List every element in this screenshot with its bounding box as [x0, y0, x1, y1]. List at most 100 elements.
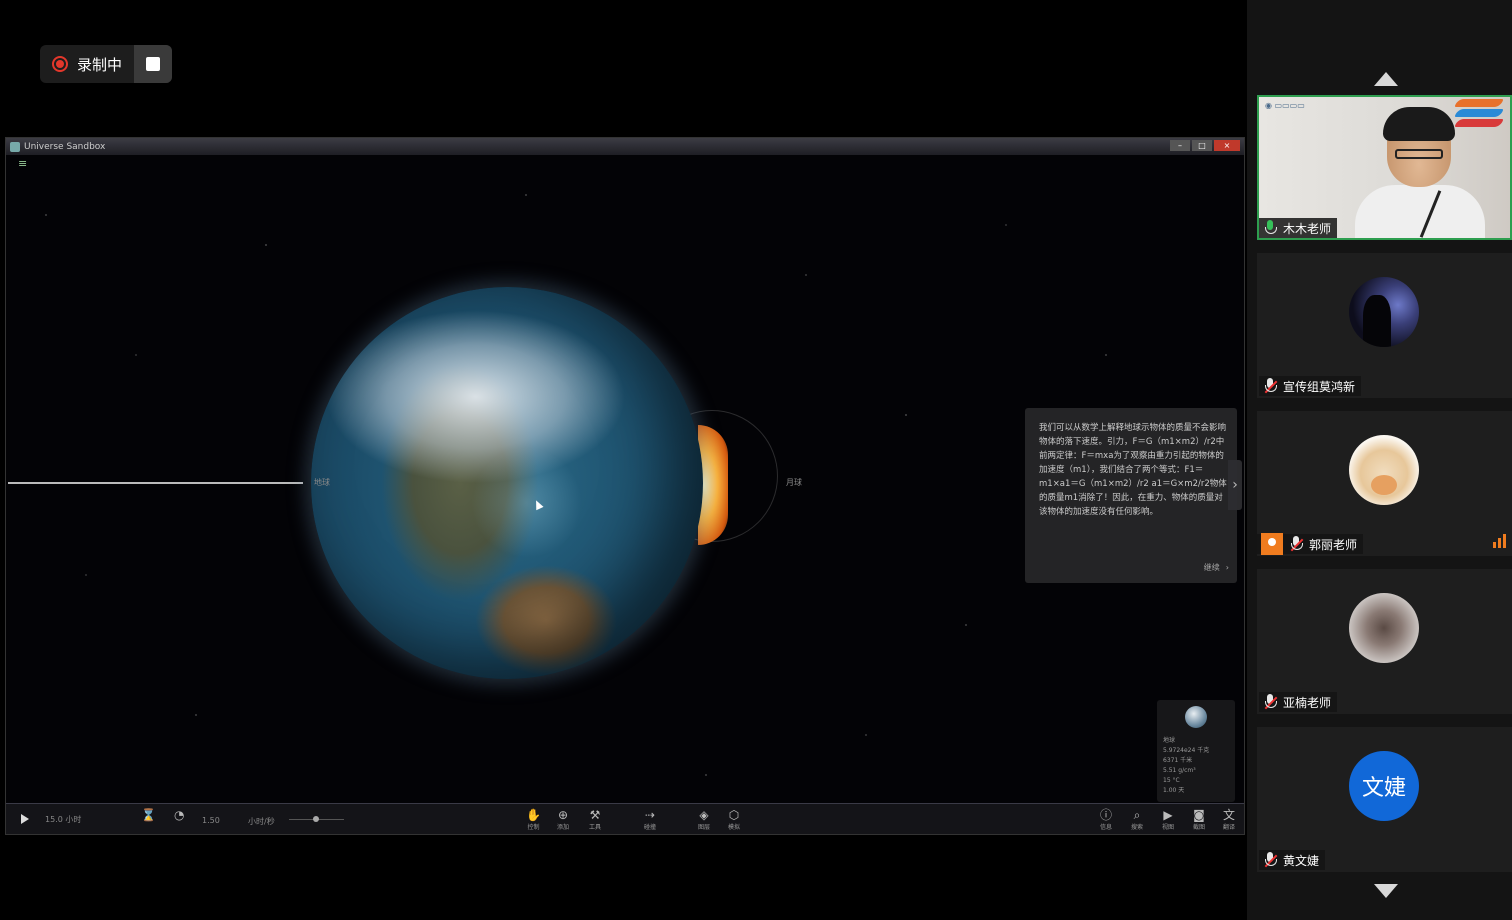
person-glasses [1395, 149, 1443, 159]
participant-name-tag: 郭丽老师 [1257, 533, 1364, 555]
simulation-viewport[interactable]: ≡ 地球 月球 我们可以从数学上解释地球示物体的质量不会影响物体的落下速度。引力… [6, 155, 1244, 803]
time-tool-button[interactable]: ◔ [174, 809, 184, 822]
shared-screen: Universe Sandbox – □ × ≡ 地球 月球 我们可以从数学上解… [5, 137, 1245, 835]
toolbar-label: 添加 [557, 824, 570, 831]
text-avatar: 文婕 [1349, 751, 1419, 821]
participant-tile[interactable]: 亚楠老师 [1257, 569, 1512, 714]
photo-avatar [1349, 593, 1419, 663]
toolbar-view-button[interactable]: ▶ 视图 [1162, 808, 1175, 832]
tip-continue-button[interactable]: 继续 › [1204, 561, 1229, 575]
toolbar-sim-button[interactable]: ⬡ 模拟 [728, 808, 740, 832]
plus-circle-icon: ⊕ [557, 808, 569, 822]
participant-name-tag: 木木老师 [1259, 218, 1338, 238]
hourglass-icon: ⌛ [141, 808, 156, 822]
collide-icon: ⇢ [644, 808, 656, 822]
participant-name: 宣传组莫鸿新 [1283, 379, 1356, 394]
participant-name-tag: 宣传组莫鸿新 [1259, 376, 1362, 396]
participant-name: 郭丽老师 [1309, 537, 1358, 552]
participant-name-tag: 亚楠老师 [1259, 692, 1338, 712]
toolbar-label: 搜索 [1131, 824, 1144, 831]
participant-panel: ◉ ▭▭▭▭ 木木老师 宣传组莫鸿新 郭丽老师 亚楠老师 文婕 黄文婕 [1247, 0, 1512, 920]
toolbar-translate-button[interactable]: 文翻译 [1223, 808, 1236, 832]
translate-icon: 文 [1223, 808, 1236, 822]
toolbar-label: 信息 [1100, 824, 1113, 831]
window-controls: – □ × [1170, 140, 1240, 151]
scroll-down-arrow-icon[interactable] [1374, 884, 1398, 898]
window-titlebar: Universe Sandbox – □ × [6, 138, 1244, 155]
camera-icon: ◙ [1193, 808, 1205, 822]
speed-value: 1.50 [202, 816, 220, 825]
toolbar-label: 图层 [698, 824, 711, 831]
hamburger-menu-icon[interactable]: ≡ [18, 158, 30, 169]
toolbar-add-button[interactable]: ⊕ 添加 [557, 808, 570, 832]
tip-continue-label: 继续 [1203, 563, 1220, 572]
toolbar-label: 视图 [1162, 824, 1175, 831]
participant-tile[interactable]: 文婕 黄文婕 [1257, 727, 1512, 872]
toolbar-screenshot-button[interactable]: ◙ 截图 [1193, 808, 1206, 832]
simulation-toolbar: 15.0 小时 ⌛ ◔ 1.50 小时/秒 ✋ 控制 ⊕ 添加 ⚒ 工具 ⇢ 碰撞 ◈ 图… [6, 803, 1244, 834]
speed-unit: 小时/秒 [248, 817, 275, 826]
person-hair [1383, 107, 1455, 141]
signal-strength-icon [1493, 534, 1506, 548]
toolbar-search-button[interactable]: ⌕ 搜索 [1131, 808, 1144, 832]
object-info-panel[interactable]: 地球 5.9724e24 千克 6371 千米 5.51 g/cm³ 15 °C… [1157, 700, 1235, 802]
app-icon [10, 141, 20, 152]
object-stat: 1.00 天 [1163, 787, 1185, 794]
participant-name: 黄文婕 [1283, 853, 1320, 868]
clock-icon: ◔ [174, 808, 185, 822]
object-stat: 15 °C [1163, 777, 1180, 784]
participant-tile[interactable]: 郭丽老师 [1257, 411, 1512, 556]
mic-muted-icon [1289, 536, 1304, 552]
video-icon: ▶ [1163, 808, 1173, 822]
stop-square-icon [146, 57, 160, 71]
toolbar-control-button[interactable]: ✋ 控制 [526, 808, 541, 832]
person-body [1355, 185, 1485, 238]
object-stat: 5.9724e24 千克 [1163, 747, 1210, 754]
school-logo: ◉ ▭▭▭▭ [1265, 101, 1305, 110]
stop-recording-button[interactable] [134, 45, 172, 83]
earth-label[interactable]: 地球 [314, 477, 330, 488]
silhouette-avatar [1349, 277, 1419, 347]
toolbar-label: 碰撞 [644, 824, 657, 831]
speed-slider[interactable] [289, 816, 344, 822]
tip-collapse-button[interactable]: › [1228, 460, 1242, 510]
scroll-up-arrow-icon[interactable] [1374, 72, 1398, 86]
gravity-tool-button[interactable]: ⌛ [141, 809, 156, 822]
earth-planet[interactable] [311, 287, 703, 679]
participant-name-tag: 黄文婕 [1259, 850, 1326, 870]
participant-tile[interactable]: 宣传组莫鸿新 [1257, 253, 1512, 398]
maximize-button[interactable]: □ [1192, 140, 1212, 151]
moon-label[interactable]: 月球 [786, 477, 802, 488]
hand-icon: ✋ [526, 808, 541, 822]
earth-thumbnail-icon [1185, 706, 1207, 728]
toolbar-label: 截图 [1193, 824, 1206, 831]
toolbar-collide-button[interactable]: ⇢ 碰撞 [644, 808, 657, 832]
mic-on-icon [1263, 220, 1277, 236]
mic-muted-icon [1263, 694, 1278, 710]
close-button[interactable]: × [1214, 140, 1240, 151]
info-tip-panel: 我们可以从数学上解释地球示物体的质量不会影响物体的落下速度。引力，F＝G（m1×… [1025, 408, 1237, 583]
wrench-icon: ⚒ [589, 808, 601, 822]
search-icon: ⌕ [1133, 808, 1141, 822]
participant-name: 木木老师 [1283, 221, 1332, 236]
participant-tile[interactable]: ◉ ▭▭▭▭ 木木老师 [1257, 95, 1512, 240]
tip-text: 我们可以从数学上解释地球示物体的质量不会影响物体的落下速度。引力，F＝G（m1×… [1039, 423, 1227, 517]
layers-icon: ◈ [699, 808, 709, 822]
window-title: Universe Sandbox [24, 141, 106, 152]
toolbar-tools-button[interactable]: ⚒ 工具 [589, 808, 601, 832]
time-label: 15.0 小时 [45, 814, 82, 824]
recording-label: 录制中 [77, 55, 123, 74]
object-stat: 6371 千米 [1163, 757, 1193, 764]
play-icon[interactable] [21, 814, 29, 824]
mic-muted-icon [1263, 378, 1278, 394]
host-user-icon [1261, 533, 1283, 555]
meeting-screen: 录制中 Universe Sandbox – □ × ≡ 地球 月球 我们可以从… [0, 0, 1512, 920]
minimize-button[interactable]: – [1170, 140, 1190, 151]
participant-name: 亚楠老师 [1283, 695, 1332, 710]
chevron-right-icon: › [1225, 563, 1229, 572]
object-stat: 5.51 g/cm³ [1163, 767, 1196, 774]
toolbar-info-button[interactable]: ⓘ 信息 [1100, 809, 1113, 832]
cube-icon: ⬡ [728, 808, 740, 822]
toolbar-layers-button[interactable]: ◈ 图层 [698, 808, 711, 832]
record-dot-icon [52, 56, 68, 72]
